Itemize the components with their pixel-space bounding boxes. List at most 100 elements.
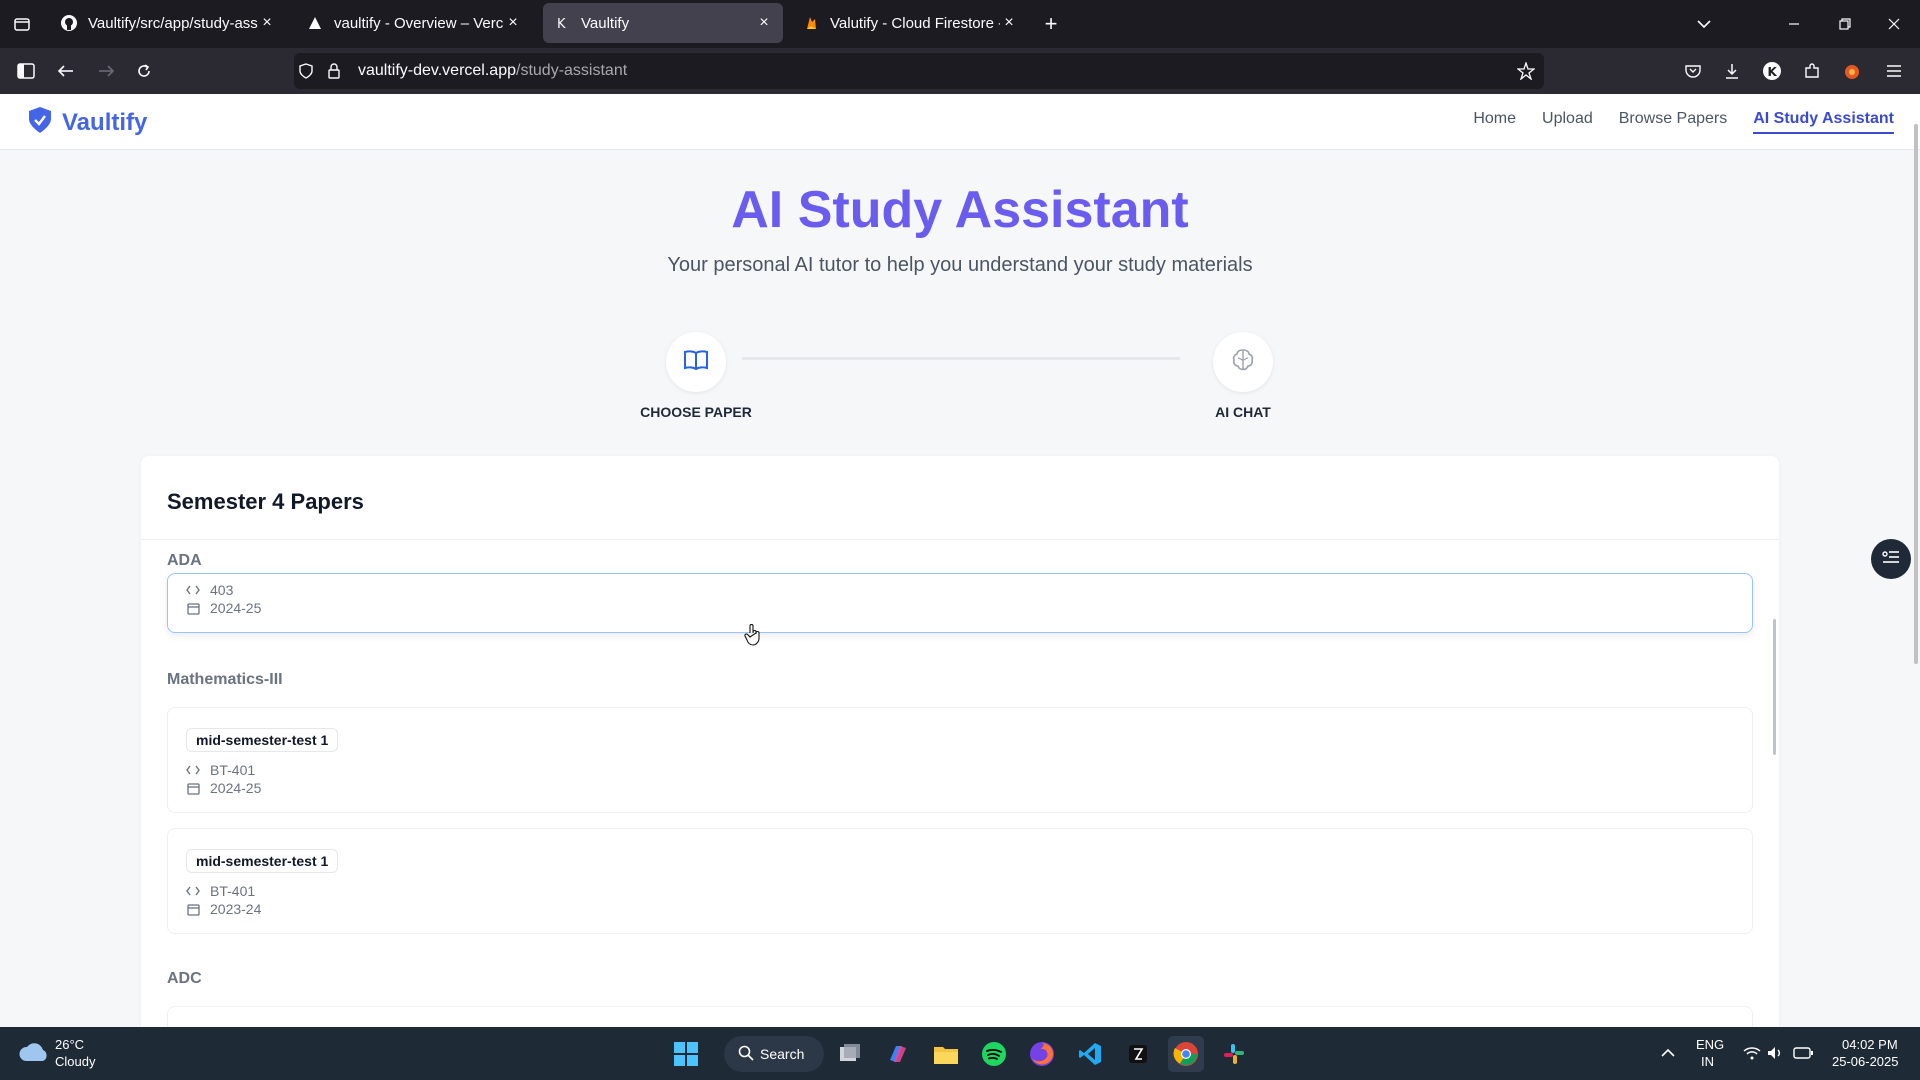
nav-ai-study-assistant[interactable]: AI Study Assistant <box>1753 110 1894 134</box>
paper-card[interactable]: mid-semester-test 1 BT-401 2024-25 <box>167 707 1753 813</box>
tab-title: Valutify - Cloud Firestore - Data <box>830 14 1000 32</box>
subject-heading: Mathematics-III <box>167 671 283 688</box>
step-label-choose-paper: CHOOSE PAPER <box>640 404 752 420</box>
tab-overview-icon[interactable] <box>10 12 34 36</box>
spotify-icon[interactable] <box>976 1036 1012 1072</box>
language-region[interactable]: IN <box>1701 1054 1714 1069</box>
floating-menu-button[interactable] <box>1871 539 1911 579</box>
copilot-icon[interactable] <box>880 1036 916 1072</box>
cloud-icon <box>18 1041 50 1068</box>
search-icon <box>738 1045 754 1066</box>
url-path: /study-assistant <box>516 62 628 79</box>
paper-code: BT-401 <box>210 762 256 778</box>
panel-scrollbar[interactable] <box>1773 619 1776 755</box>
close-icon[interactable]: × <box>504 14 522 32</box>
firebase-icon <box>802 14 820 32</box>
taskbar-search[interactable]: Search <box>724 1036 824 1072</box>
site-nav: Home Upload Browse Papers AI Study Assis… <box>1447 110 1894 134</box>
code-brackets-icon <box>186 583 200 597</box>
close-icon[interactable]: × <box>1000 14 1018 32</box>
minimize-icon[interactable] <box>1782 12 1806 36</box>
clock-time[interactable]: 04:02 PM <box>1842 1037 1898 1052</box>
volume-icon[interactable] <box>1766 1043 1786 1063</box>
terminal-app-icon[interactable] <box>1120 1036 1156 1072</box>
task-view-icon[interactable] <box>832 1036 868 1072</box>
forward-arrow-icon[interactable] <box>94 59 118 83</box>
paper-card[interactable]: mid-semester-test 1 BT-401 2023-24 <box>167 828 1753 934</box>
weather-widget[interactable]: 26°C Cloudy <box>18 1035 138 1073</box>
shield-icon[interactable] <box>296 61 316 81</box>
paper-card[interactable] <box>167 1006 1753 1027</box>
slack-icon[interactable] <box>1216 1036 1252 1072</box>
clock-date[interactable]: 25-06-2025 <box>1832 1054 1899 1069</box>
list-filter-icon <box>1882 550 1900 569</box>
sidebar-toggle-icon[interactable] <box>14 59 38 83</box>
tab-title: Vaultify <box>581 14 630 32</box>
address-bar[interactable]: vaultify-dev.vercel.app/study-assistant <box>294 53 1544 89</box>
brand-logo[interactable]: Vaultify <box>28 106 147 139</box>
code-brackets-icon <box>186 884 200 898</box>
svg-text:K: K <box>557 17 566 31</box>
hamburger-menu-icon[interactable] <box>1882 59 1906 83</box>
paper-card[interactable]: 403 2024-25 <box>167 573 1753 633</box>
calendar-icon <box>186 781 200 795</box>
close-icon[interactable]: × <box>258 14 276 32</box>
step-label-ai-chat: AI CHAT <box>1215 404 1271 420</box>
new-tab-plus-icon[interactable]: + <box>1039 11 1063 36</box>
tab-list-chevron-icon[interactable] <box>1692 12 1716 36</box>
account-avatar-icon[interactable]: K <box>1760 59 1784 83</box>
firefox-extension-icon[interactable] <box>1840 59 1864 83</box>
step-choose-paper[interactable] <box>666 332 726 392</box>
tray-chevron-up-icon[interactable] <box>1658 1043 1678 1063</box>
close-icon[interactable]: × <box>755 14 773 32</box>
calendar-icon <box>186 902 200 916</box>
reload-icon[interactable] <box>132 59 156 83</box>
subject-heading: ADC <box>167 970 202 987</box>
nav-home[interactable]: Home <box>1473 110 1516 134</box>
back-arrow-icon[interactable] <box>54 59 78 83</box>
page-title: AI Study Assistant <box>731 181 1189 239</box>
firefox-icon[interactable] <box>1024 1036 1060 1072</box>
tab-title: vaultify - Overview – Vercel <box>334 14 504 32</box>
github-icon <box>60 14 78 32</box>
pocket-icon[interactable] <box>1681 59 1705 83</box>
wifi-icon[interactable] <box>1742 1043 1762 1063</box>
extensions-puzzle-icon[interactable] <box>1800 59 1824 83</box>
start-windows-icon[interactable] <box>668 1036 704 1072</box>
nav-upload[interactable]: Upload <box>1542 110 1593 134</box>
search-label: Search <box>760 1046 805 1062</box>
page-subtitle: Your personal AI tutor to help you under… <box>667 254 1253 276</box>
page-scrollbar[interactable] <box>1914 124 1918 664</box>
language-code[interactable]: ENG <box>1696 1037 1724 1052</box>
restore-icon[interactable] <box>1833 12 1857 36</box>
nav-browse-papers[interactable]: Browse Papers <box>1619 110 1728 134</box>
brand-name: Vaultify <box>62 108 148 136</box>
download-icon[interactable] <box>1720 59 1744 83</box>
book-open-icon <box>683 349 709 376</box>
tab-github[interactable]: Vaultify/src/app/study-assistant × <box>50 3 286 43</box>
tab-vaultify[interactable]: K Vaultify × <box>543 3 783 43</box>
vscode-icon[interactable] <box>1072 1036 1108 1072</box>
battery-icon[interactable] <box>1793 1043 1813 1063</box>
panel-divider <box>141 539 1779 540</box>
calendar-icon <box>186 601 200 615</box>
tab-title: Vaultify/src/app/study-assistant <box>88 14 258 32</box>
url-host: vaultify-dev.vercel.app <box>358 62 516 79</box>
web-page: Vaultify Home Upload Browse Papers AI St… <box>0 94 1920 1027</box>
step-ai-chat[interactable] <box>1213 332 1273 392</box>
browser-nav-bar: vaultify-dev.vercel.app/study-assistant … <box>0 48 1920 94</box>
weather-desc: Cloudy <box>55 1054 96 1069</box>
lock-icon[interactable] <box>324 61 344 81</box>
chrome-icon[interactable] <box>1168 1036 1204 1072</box>
paper-code: 403 <box>210 582 234 598</box>
bookmark-star-icon[interactable] <box>1516 61 1536 81</box>
code-brackets-icon <box>186 763 200 777</box>
window-close-icon[interactable] <box>1882 12 1906 36</box>
tab-firestore[interactable]: Valutify - Cloud Firestore - Data × <box>792 3 1028 43</box>
papers-panel: Semester 4 Papers ADA 403 2024-25 Mathem… <box>141 456 1779 1027</box>
file-explorer-icon[interactable] <box>928 1036 964 1072</box>
tab-vercel[interactable]: vaultify - Overview – Vercel × <box>296 3 532 43</box>
paper-code-row: BT-401 <box>186 762 255 778</box>
paper-year: 2024-25 <box>210 600 262 616</box>
paper-year: 2024-25 <box>210 780 262 796</box>
